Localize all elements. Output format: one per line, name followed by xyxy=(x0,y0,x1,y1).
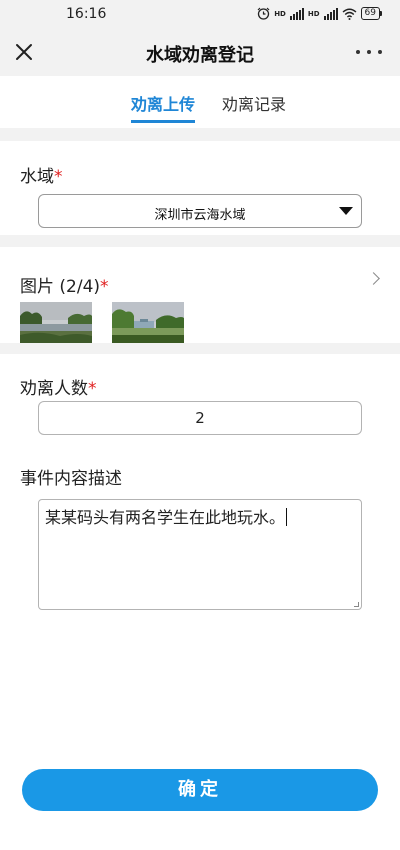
photo-thumbnail-1[interactable] xyxy=(20,302,92,343)
photo-thumbnail-2[interactable] xyxy=(112,302,184,343)
alarm-icon xyxy=(257,7,270,20)
water-area-label: 水域* xyxy=(20,167,63,187)
network-type-label-2: HD xyxy=(307,9,320,18)
signal-icon xyxy=(289,7,304,20)
section-divider xyxy=(0,128,400,141)
network-type-label: HD xyxy=(274,9,286,18)
required-mark: * xyxy=(54,167,63,187)
status-icons: HD HD 69 xyxy=(257,7,383,20)
description-text: 某某码头有两名学生在此地玩水。 xyxy=(45,508,286,527)
status-time: 16:16 xyxy=(66,6,107,22)
tab-bar: 劝离上传 劝离记录 xyxy=(0,76,400,128)
section-divider xyxy=(0,343,400,354)
signal-icon-2 xyxy=(323,7,338,20)
confirm-button[interactable]: 确定 xyxy=(22,769,378,811)
chevron-right-icon[interactable] xyxy=(367,272,380,285)
water-area-selected-value: 深圳市云海水域 xyxy=(154,208,246,223)
persuade-count-input[interactable]: 2 xyxy=(38,401,362,435)
required-mark: * xyxy=(88,379,97,399)
tab-persuade-upload[interactable]: 劝离上传 xyxy=(131,91,196,123)
wifi-icon xyxy=(342,8,356,20)
page-title: 水域劝离登记 xyxy=(146,45,254,66)
resize-handle-icon[interactable] xyxy=(354,602,359,607)
nav-bar: 水域劝离登记 xyxy=(0,30,400,76)
required-mark: * xyxy=(100,277,109,297)
battery-indicator: 69 xyxy=(360,7,383,20)
persuade-count-label: 劝离人数* xyxy=(20,379,97,399)
description-textarea[interactable]: 某某码头有两名学生在此地玩水。 xyxy=(38,499,362,610)
images-label: 图片 (2/4)* xyxy=(20,277,109,297)
section-divider xyxy=(0,235,400,247)
more-options-icon[interactable] xyxy=(356,40,382,64)
status-bar: 16:16 HD HD 69 xyxy=(0,0,400,30)
text-cursor xyxy=(286,508,288,526)
description-label: 事件内容描述 xyxy=(20,469,122,489)
water-area-select[interactable]: 深圳市云海水域 xyxy=(38,194,362,228)
tab-persuade-records[interactable]: 劝离记录 xyxy=(222,91,286,115)
dropdown-arrow-icon xyxy=(339,207,353,215)
